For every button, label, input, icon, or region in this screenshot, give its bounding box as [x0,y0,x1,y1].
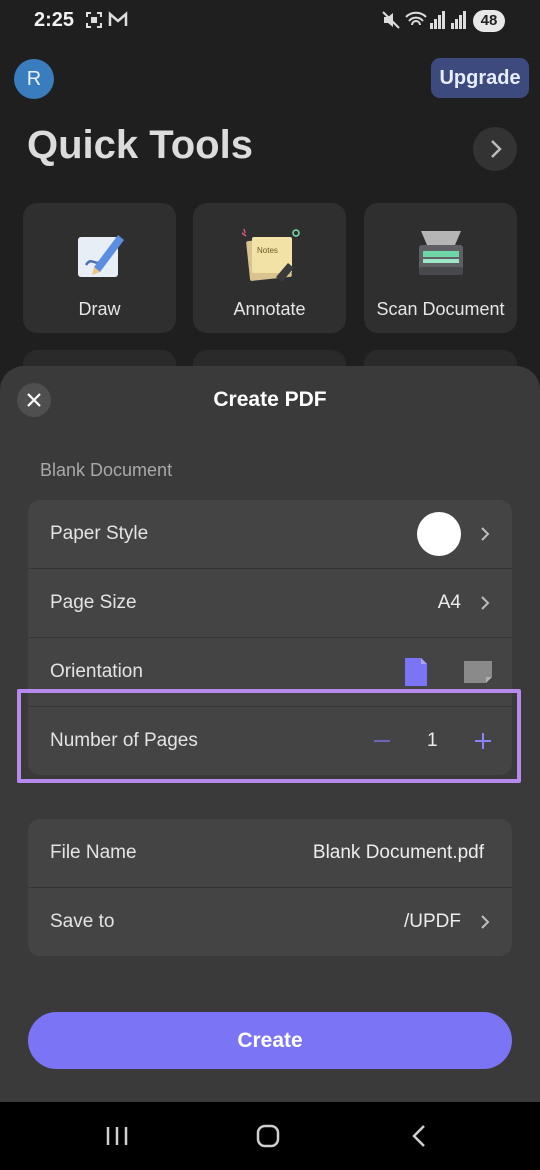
paper-style-row[interactable]: Paper Style [28,500,512,569]
mute-icon [381,10,401,35]
page-size-value: A4 [437,592,461,613]
tool-label: Draw [78,299,121,319]
tool-scan-document[interactable]: Scan Document [364,203,517,333]
landscape-orientation-icon[interactable] [462,659,494,685]
tool-label: Scan Document [376,299,505,319]
save-to-value: /UPDF [404,911,461,932]
file-settings-group: File Name Blank Document.pdf Save to /UP… [28,819,512,956]
section-label: Blank Document [40,460,173,480]
annotate-icon: Notes [241,228,300,282]
create-button[interactable]: Create [28,1012,512,1069]
screenshot-icon [84,10,104,35]
home-icon[interactable] [255,1123,281,1149]
row-label: Orientation [50,661,143,682]
avatar[interactable]: R [14,59,54,99]
tool-draw[interactable]: Draw [23,203,176,333]
chevron-right-icon [481,596,490,610]
recent-apps-icon[interactable] [104,1124,130,1148]
draw-icon [77,235,124,277]
gmail-icon [108,10,128,35]
highlight-box [17,689,521,783]
back-icon[interactable] [408,1124,432,1148]
page-size-row[interactable]: Page Size A4 [28,569,512,638]
row-label: Paper Style [50,523,149,544]
tool-label: Annotate [233,299,306,319]
chevron-right-icon [481,915,490,929]
page-title: Quick Tools [27,123,253,167]
signal-icon [430,10,446,35]
svg-text:Notes: Notes [257,246,278,255]
row-label: File Name [50,842,137,863]
system-nav-bar [0,1102,540,1170]
row-label: Save to [50,911,115,932]
status-time: 2:25 [34,9,75,31]
upgrade-button[interactable]: Upgrade [431,58,529,98]
wifi-icon [405,10,427,35]
battery-indicator: 48 [473,10,505,32]
file-name-row[interactable]: File Name Blank Document.pdf [28,819,512,888]
status-bar: 2:25 48 [0,0,540,44]
save-to-row[interactable]: Save to /UPDF [28,888,512,956]
scanner-icon [418,231,463,275]
row-label: Page Size [50,592,137,613]
chevron-right-icon [481,527,490,541]
sheet-title: Create PDF [213,388,327,411]
file-name-value[interactable]: Blank Document.pdf [313,842,484,864]
signal-icon-2 [451,10,467,35]
portrait-orientation-icon[interactable] [403,656,429,688]
tool-annotate[interactable]: Notes Annotate [193,203,346,333]
quick-tools-more-button[interactable] [473,127,517,171]
paper-color-swatch [417,512,461,556]
chevron-right-icon [491,140,502,158]
